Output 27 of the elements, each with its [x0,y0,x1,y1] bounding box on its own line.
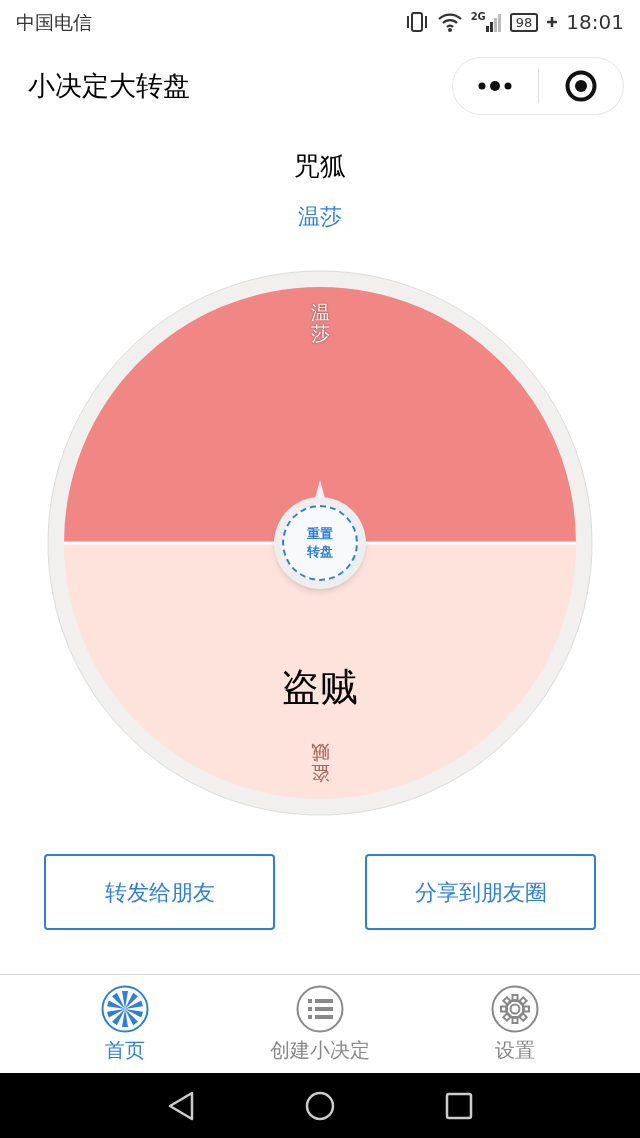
recents-icon[interactable] [445,1091,473,1120]
target-icon [564,70,597,102]
wheel-icon [100,985,149,1033]
segment-label: 温莎 [310,302,330,344]
page-title: 小决定大转盘 [28,68,190,103]
carrier-name: 中国电信 [16,9,92,35]
charging-icon [546,16,559,28]
list-icon [296,985,344,1033]
clock-time: 18:01 [566,9,624,36]
tab-item[interactable]: 设置 [483,985,548,1063]
question-text: 咒狐 [294,150,346,183]
battery-level: 98 [509,12,539,32]
signal-icon [485,12,502,32]
result-text: 盗贼 [281,664,359,711]
answer-text: 温莎 [298,203,342,231]
tab-item[interactable]: 创建小决定 [262,985,378,1063]
share-button[interactable]: 分享到朋友圈 [365,854,596,930]
home-icon[interactable] [305,1090,335,1121]
back-icon[interactable] [167,1090,195,1121]
segment-label: 盗贼 [310,742,330,784]
tab-item[interactable]: 首页 [92,985,157,1063]
network-type: 2G [470,12,486,22]
more-icon [477,80,514,92]
wifi-icon [436,11,463,33]
share-button[interactable]: 转发给朋友 [44,854,275,930]
settings-icon [491,985,540,1033]
vibrate-icon [404,11,429,33]
